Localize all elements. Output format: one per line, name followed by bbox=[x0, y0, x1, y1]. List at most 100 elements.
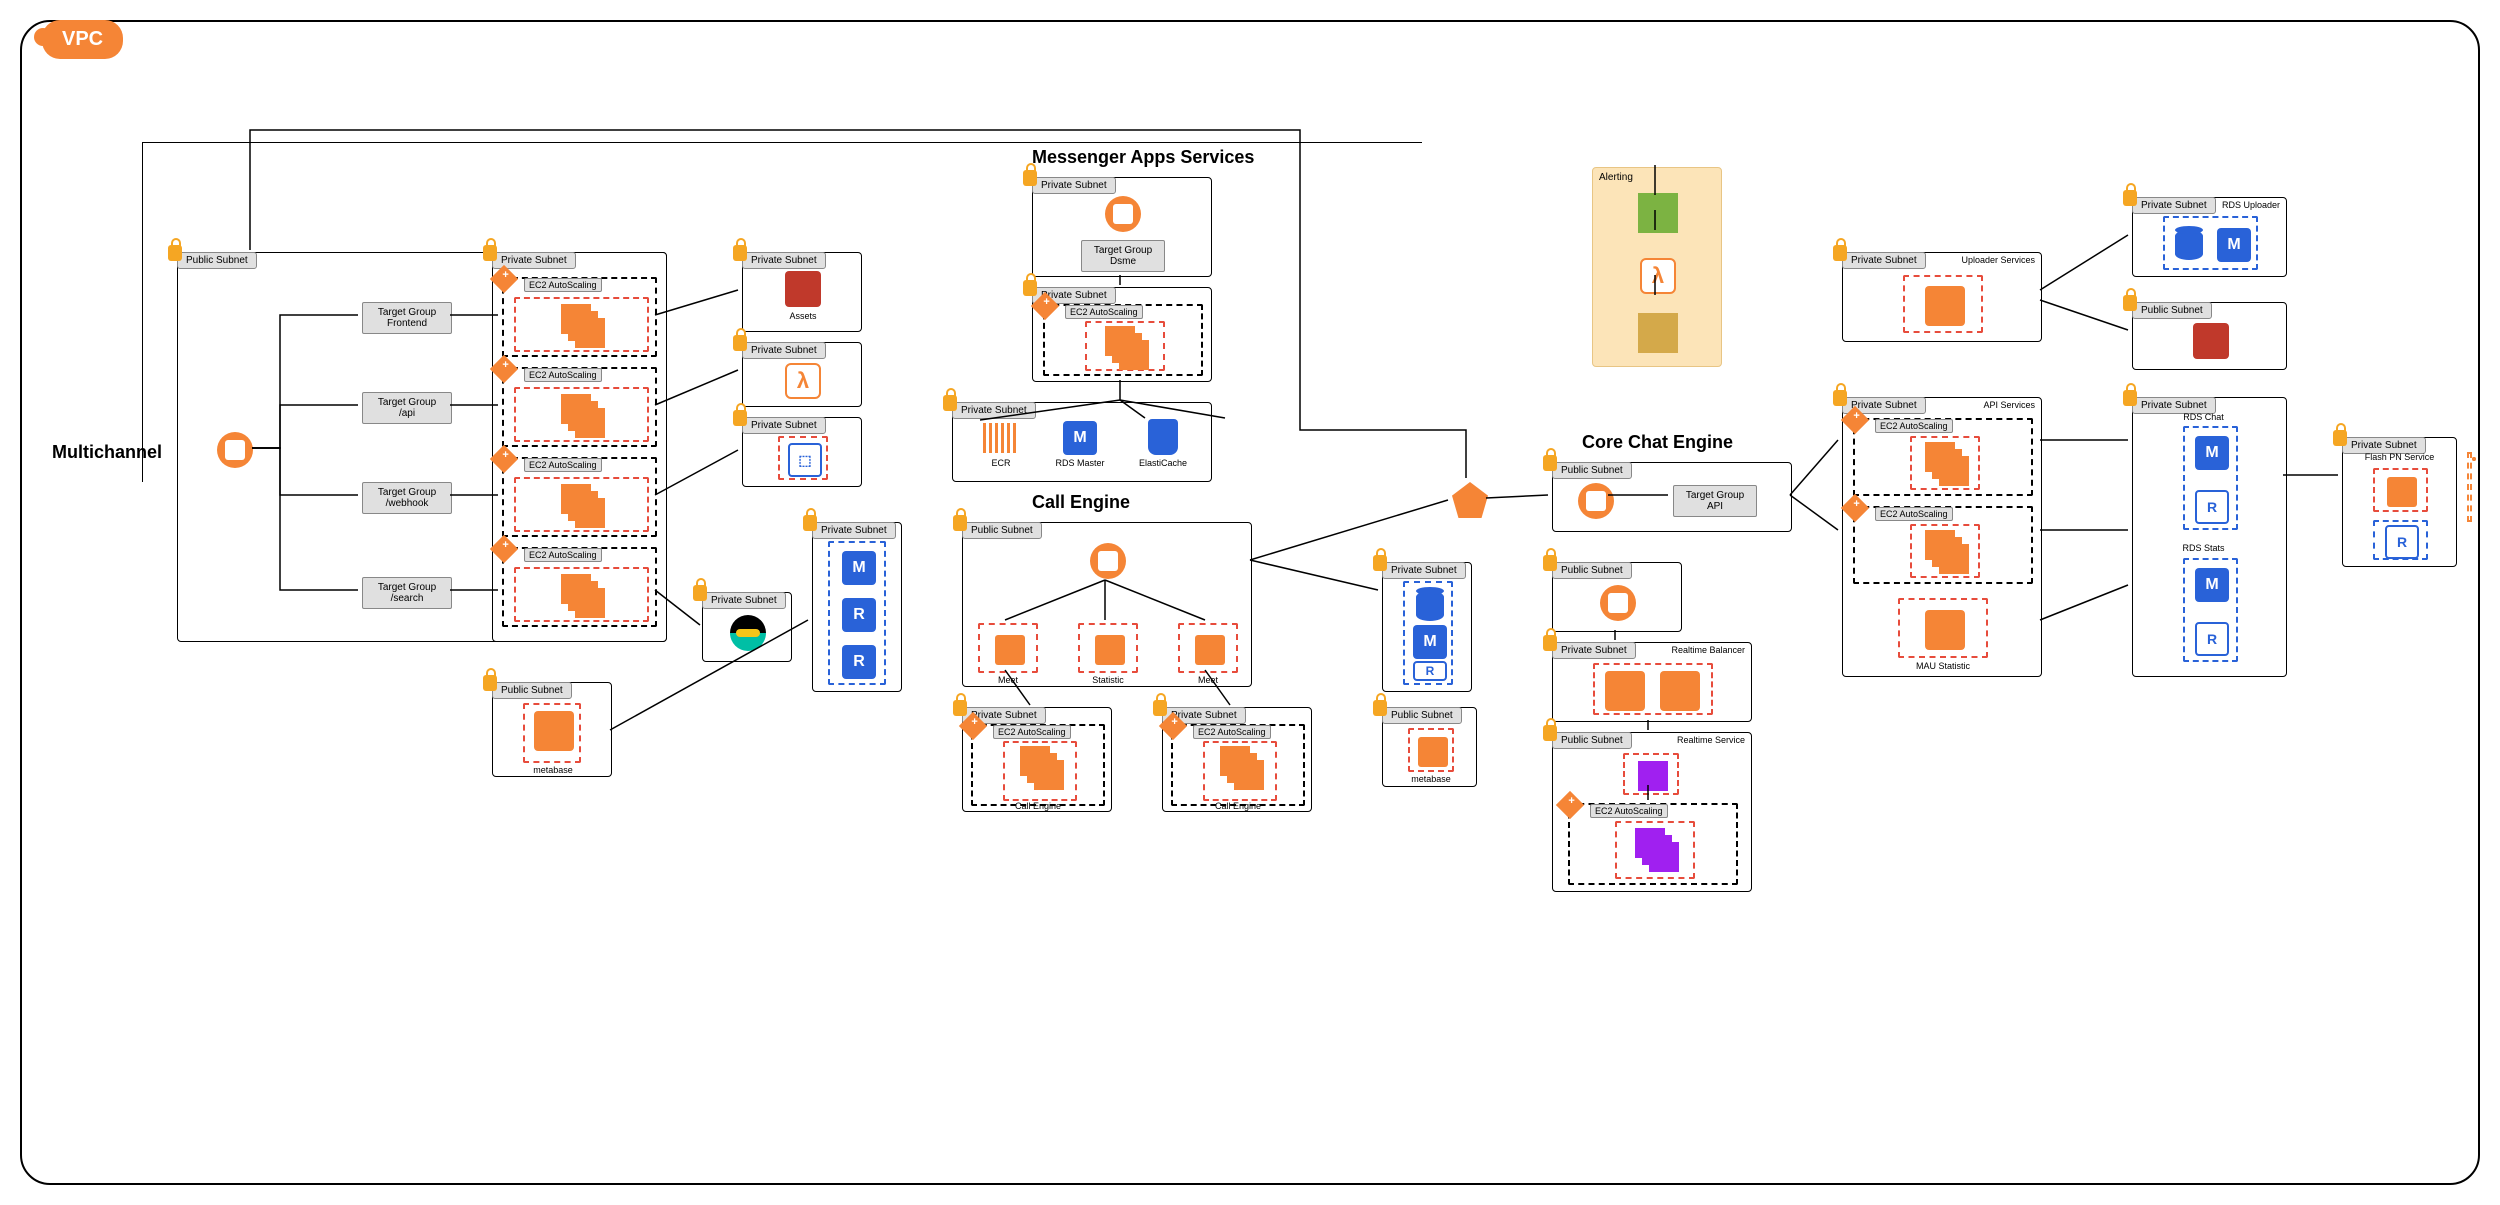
redis-r-icon: R bbox=[1413, 661, 1447, 681]
ecr-label: ECR bbox=[971, 458, 1031, 468]
tg-search: Target Group /search bbox=[362, 577, 452, 609]
multichannel-elb-icon bbox=[217, 432, 253, 468]
subnet-label: Private Subnet bbox=[742, 342, 826, 359]
metabase-icon-2 bbox=[1418, 737, 1448, 767]
asg-label: EC2 AutoScaling bbox=[1065, 305, 1143, 319]
rds-stats-r: R bbox=[2195, 622, 2229, 656]
lock-icon bbox=[1543, 455, 1557, 471]
call-engine-label-2: Call Engine bbox=[1208, 801, 1268, 811]
messenger-title: Messenger Apps Services bbox=[1032, 147, 1254, 168]
lock-icon bbox=[953, 700, 967, 716]
asg-group-4: EC2 AutoScaling bbox=[502, 547, 657, 627]
lock-icon bbox=[2123, 295, 2137, 311]
alerting-box: Alerting λ bbox=[1592, 167, 1722, 367]
rds-chat-m: M bbox=[2195, 436, 2229, 470]
lock-icon bbox=[1543, 555, 1557, 571]
lambda-icon: λ bbox=[785, 363, 821, 399]
rds-stats-label: RDS Stats bbox=[2127, 543, 2280, 553]
lambda-subnet-1: Private Subnet λ bbox=[742, 342, 862, 407]
tg-frontend: Target Group Frontend bbox=[362, 302, 452, 334]
lock-icon bbox=[1543, 725, 1557, 741]
cloudwatch-icon bbox=[1638, 193, 1678, 233]
sns-icon-2 bbox=[1638, 313, 1678, 353]
assets-subnet: Private Subnet Assets bbox=[742, 252, 862, 332]
lock-icon bbox=[2333, 430, 2347, 446]
rds-stack-subnet: Private Subnet M R R bbox=[812, 522, 902, 692]
subnet-label: Private Subnet bbox=[1382, 562, 1466, 579]
uploader-subnet: Private Subnet Uploader Services bbox=[1842, 252, 2042, 342]
asg-label: EC2 AutoScaling bbox=[524, 368, 602, 382]
messenger-elb-icon bbox=[1105, 196, 1141, 232]
lock-icon bbox=[483, 675, 497, 691]
elasticache-label: ElastiCache bbox=[1133, 458, 1193, 468]
asg-label: EC2 AutoScaling bbox=[1875, 507, 1953, 521]
messenger-private-1: Private Subnet Target Group Dsme bbox=[1032, 177, 1212, 277]
subnet-label: Private Subnet bbox=[812, 522, 896, 539]
realtime-purple-icon bbox=[1638, 761, 1668, 791]
rds-r-icon: R bbox=[842, 598, 876, 632]
asg-label: EC2 AutoScaling bbox=[1590, 804, 1668, 818]
uploader-icon bbox=[1925, 286, 1965, 326]
realtime-elb-subnet: Public Subnet bbox=[1552, 562, 1682, 632]
s3-public-subnet: Public Subnet bbox=[2132, 302, 2287, 370]
lock-icon bbox=[168, 245, 182, 261]
realtime-balancer-subnet: Private Subnet Realtime Balancer bbox=[1552, 642, 1752, 722]
subnet-label: Private Subnet bbox=[2132, 197, 2216, 214]
asg-label: EC2 AutoScaling bbox=[1193, 725, 1271, 739]
flash-pn-label: Flash PN Service bbox=[2343, 452, 2456, 462]
flash-pn-icon bbox=[2387, 477, 2417, 507]
metabase-label-2: metabase bbox=[1401, 774, 1461, 784]
s3-icon-2 bbox=[2193, 323, 2229, 359]
call-public-subnet: Public Subnet Meet Statistic Meet bbox=[962, 522, 1252, 687]
lock-icon bbox=[1023, 280, 1037, 296]
core-elb-icon bbox=[1578, 483, 1614, 519]
call-engine-title: Call Engine bbox=[1032, 492, 1130, 513]
db-m-icon bbox=[1416, 591, 1444, 621]
rds-r-icon-2: R bbox=[842, 645, 876, 679]
rds-m-icon: M bbox=[842, 551, 876, 585]
asg-badge-icon bbox=[1556, 791, 1584, 819]
messenger-data-subnet: Private Subnet ECR M RDS Master ElastiCa… bbox=[952, 402, 1212, 482]
asg-group-1: EC2 AutoScaling bbox=[502, 277, 657, 357]
subnet-label: Public Subnet bbox=[492, 682, 572, 699]
metabase-icon bbox=[534, 711, 574, 751]
lock-icon bbox=[943, 395, 957, 411]
subnet-label: Public Subnet bbox=[1552, 462, 1632, 479]
lock-icon bbox=[953, 515, 967, 531]
api-services-label: API Services bbox=[1983, 400, 2035, 410]
tg-dsme: Target Group Dsme bbox=[1081, 240, 1165, 272]
lock-icon bbox=[483, 245, 497, 261]
asg-label: EC2 AutoScaling bbox=[1875, 419, 1953, 433]
db-icon bbox=[2175, 230, 2203, 260]
asg-label: EC2 AutoScaling bbox=[524, 458, 602, 472]
tg-api2: Target Group API bbox=[1673, 485, 1757, 517]
call-metabase-subnet: Public Subnet metabase bbox=[1382, 707, 1477, 787]
lock-icon bbox=[1833, 245, 1847, 261]
lock-icon bbox=[1373, 700, 1387, 716]
rds-chat-label: RDS Chat bbox=[2127, 412, 2280, 422]
subnet-label: Private Subnet bbox=[742, 417, 826, 434]
s3-icon bbox=[785, 271, 821, 307]
cloudfront-icon bbox=[1452, 482, 1488, 518]
rds-uploader-label: RDS Uploader bbox=[2222, 200, 2280, 210]
rds-master-label: RDS Master bbox=[1050, 458, 1110, 468]
realtime-elb-icon bbox=[1600, 585, 1636, 621]
subnet-label: Private Subnet bbox=[1552, 642, 1636, 659]
mau-icon bbox=[1925, 610, 1965, 650]
rds-chat-stats-subnet: Private Subnet RDS Chat M R RDS Stats M … bbox=[2132, 397, 2287, 677]
metabase-subnet: Public Subnet metabase bbox=[492, 682, 612, 777]
redis-icon: ⬚ bbox=[788, 443, 822, 477]
subnet-label: Public Subnet bbox=[2132, 302, 2212, 319]
mau-label: MAU Statistic bbox=[1913, 661, 1973, 671]
asg-group-3: EC2 AutoScaling bbox=[502, 457, 657, 537]
vpc-container: VPC Multichannel Messenger Apps Services… bbox=[20, 20, 2480, 1185]
third-party-box bbox=[2472, 457, 2476, 461]
core-public-subnet: Public Subnet Target Group API bbox=[1552, 462, 1792, 532]
call-engine-label-1: Call Engine bbox=[1008, 801, 1068, 811]
tg-api: Target Group /api bbox=[362, 392, 452, 424]
call-ec2-subnet-1: Private Subnet EC2 AutoScaling Call Engi… bbox=[962, 707, 1112, 812]
lock-icon bbox=[1373, 555, 1387, 571]
metabase-label: metabase bbox=[523, 765, 583, 775]
flash-pn-r: R bbox=[2385, 525, 2419, 559]
assets-label: Assets bbox=[773, 311, 833, 321]
